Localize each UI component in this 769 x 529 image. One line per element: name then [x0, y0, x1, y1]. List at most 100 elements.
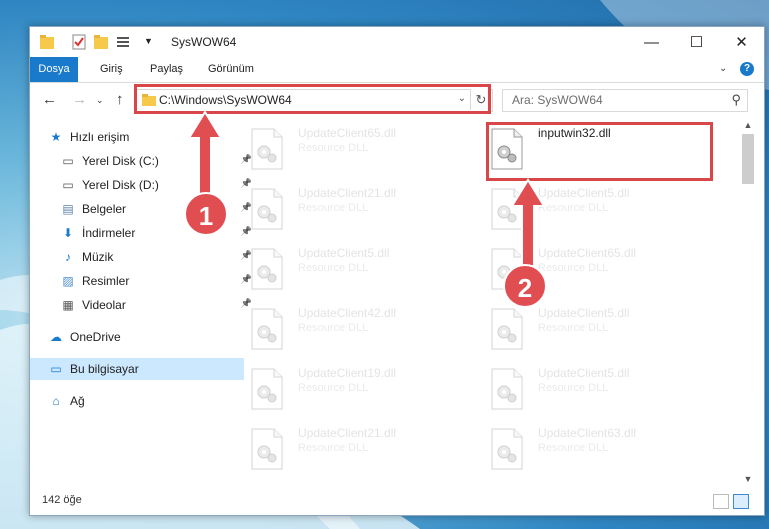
video-icon: ▦ [62, 298, 74, 312]
details-view-icon[interactable] [713, 494, 729, 509]
file-name: UpdateClient5.dll [538, 186, 630, 200]
file-description: Resource DLL [298, 202, 369, 214]
nav-item-label: Yerel Disk (C:) [82, 154, 159, 168]
file-item[interactable]: UpdateClient65.dll Resource DLL [240, 124, 470, 180]
recent-locations-icon[interactable]: ⌄ [96, 95, 104, 106]
file-name: UpdateClient5.dll [538, 306, 630, 320]
nav-item-label: Videolar [82, 298, 126, 312]
scroll-down-icon[interactable]: ▼ [742, 474, 754, 484]
expand-ribbon-icon[interactable]: ⌄ [719, 63, 727, 74]
new-folder-icon[interactable] [94, 34, 108, 50]
nav-item[interactable]: ▦ Videolar 📌 [30, 294, 256, 316]
file-name: UpdateClient5.dll [538, 366, 630, 380]
download-icon: ⬇ [62, 226, 74, 240]
file-item[interactable]: UpdateClient19.dll Resource DLL [240, 364, 470, 420]
file-item[interactable]: UpdateClient5.dll Resource DLL [480, 304, 710, 360]
scroll-up-icon[interactable]: ▲ [742, 120, 754, 130]
large-icons-view-icon[interactable] [733, 494, 749, 509]
up-arrow-icon[interactable]: ↑ [116, 91, 124, 108]
step-badge-1: 1 [184, 192, 228, 236]
tab-file[interactable]: Dosya [30, 57, 78, 82]
file-description: Resource DLL [298, 322, 369, 334]
file-item[interactable]: UpdateClient42.dll Resource DLL [240, 304, 470, 360]
file-item[interactable]: UpdateClient21.dll Resource DLL [240, 424, 470, 480]
file-name: UpdateClient21.dll [298, 426, 397, 440]
nav-item-label: Yerel Disk (D:) [82, 178, 159, 192]
nav-item-label: Bu bilgisayar [70, 362, 139, 376]
search-icon[interactable]: ⚲ [731, 92, 741, 108]
nav-item-label: Ağ [70, 394, 85, 408]
file-description: Resource DLL [298, 442, 369, 454]
status-bar: 142 öğe [30, 487, 764, 515]
nav-item-label: Hızlı erişim [70, 130, 130, 144]
file-description: Resource DLL [298, 262, 369, 274]
file-name: UpdateClient19.dll [298, 366, 397, 380]
dll-file-icon [250, 428, 284, 470]
dll-file-icon [250, 188, 284, 230]
file-item[interactable]: UpdateClient21.dll Resource DLL [240, 184, 470, 240]
file-description: Resource DLL [538, 382, 609, 394]
minimize-button[interactable]: — [629, 27, 674, 57]
nav-item[interactable]: ♪ Müzik 📌 [30, 246, 256, 268]
file-name: UpdateClient63.dll [538, 426, 637, 440]
file-description: Resource DLL [298, 142, 369, 154]
help-icon[interactable]: ? [740, 62, 754, 76]
pictures-icon: ▨ [62, 274, 74, 288]
file-description: Resource DLL [538, 322, 609, 334]
annotation-arrow-2 [510, 178, 546, 267]
nav-item[interactable]: ▨ Resimler 📌 [30, 270, 256, 292]
vertical-scrollbar[interactable]: ▲ ▼ [740, 118, 756, 486]
item-count: 142 öğe [42, 494, 82, 506]
drive-icon: ▭ [62, 154, 74, 168]
customize-qa-icon[interactable] [116, 34, 132, 50]
title-bar: ▼ SysWOW64 — ☐ ✕ [30, 27, 764, 57]
file-item[interactable]: UpdateClient5.dll Resource DLL [480, 364, 710, 420]
nav-item[interactable]: ▭ Bu bilgisayar [30, 358, 244, 380]
drive-icon: ▭ [62, 178, 74, 192]
nav-item[interactable]: ⌂ Ağ [30, 390, 244, 412]
properties-icon[interactable] [72, 34, 86, 50]
music-icon: ♪ [65, 250, 71, 264]
back-arrow-icon[interactable]: ← [42, 91, 57, 108]
ribbon-tabs: Dosya Giriş Paylaş Görünüm ⌄ ? [30, 57, 764, 83]
window-title: SysWOW64 [171, 35, 237, 49]
file-description: Resource DLL [538, 442, 609, 454]
file-name: UpdateClient42.dll [298, 306, 397, 320]
nav-item-label: Müzik [82, 250, 114, 264]
forward-arrow-icon[interactable]: → [72, 91, 87, 108]
file-description: Resource DLL [538, 202, 609, 214]
folder-icon [40, 35, 54, 49]
tab-share[interactable]: Paylaş [140, 57, 193, 82]
dll-file-icon [250, 248, 284, 290]
dll-file-icon [490, 368, 524, 410]
nav-item-label: OneDrive [70, 330, 121, 344]
nav-item-label: Belgeler [82, 202, 127, 216]
cloud-icon: ☁ [50, 330, 62, 344]
file-item[interactable]: UpdateClient5.dll Resource DLL [240, 244, 470, 300]
annotation-arrow-1 [187, 110, 223, 199]
file-name: UpdateClient21.dll [298, 186, 397, 200]
file-item[interactable]: UpdateClient63.dll Resource DLL [480, 424, 710, 480]
file-name: UpdateClient65.dll [298, 126, 397, 140]
qa-dropdown-icon[interactable]: ▼ [144, 36, 153, 52]
maximize-button[interactable]: ☐ [674, 27, 719, 57]
tab-home[interactable]: Giriş [90, 57, 133, 82]
step-badge-2: 2 [503, 264, 547, 308]
file-highlight [486, 122, 713, 181]
nav-item-label: Resimler [82, 274, 130, 288]
dll-file-icon [490, 308, 524, 350]
file-name: UpdateClient5.dll [298, 246, 390, 260]
dll-file-icon [250, 368, 284, 410]
close-button[interactable]: ✕ [719, 27, 764, 57]
file-description: Resource DLL [538, 262, 609, 274]
dll-file-icon [250, 128, 284, 170]
tab-view[interactable]: Görünüm [198, 57, 264, 82]
scrollbar-thumb[interactable] [742, 134, 754, 184]
nav-item[interactable]: ☁ OneDrive [30, 326, 244, 348]
computer-icon: ▭ [50, 362, 62, 376]
network-icon: ⌂ [52, 394, 60, 408]
file-description: Resource DLL [298, 382, 369, 394]
dll-file-icon [250, 308, 284, 350]
dll-file-icon [490, 428, 524, 470]
search-input[interactable]: Ara: SysWOW64 ⚲ [502, 89, 748, 112]
